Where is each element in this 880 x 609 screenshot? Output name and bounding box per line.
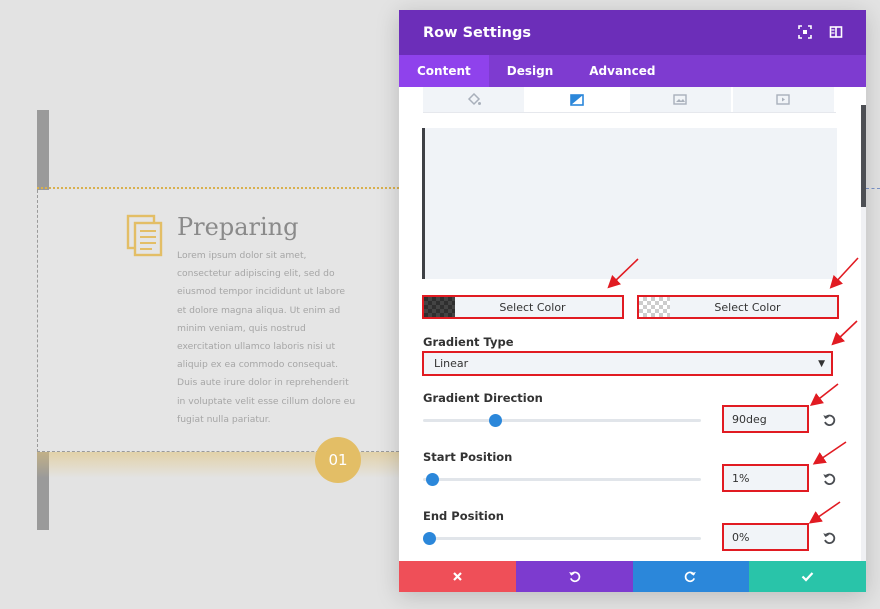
- arrow-direction: [809, 383, 839, 406]
- arrow-end-position: [808, 501, 841, 524]
- arrow-start-color: [607, 258, 639, 289]
- arrow-end-color: [829, 257, 859, 289]
- arrow-group: [607, 257, 859, 524]
- arrow-start-position: [812, 441, 847, 465]
- annotation-arrows: [607, 257, 859, 524]
- arrow-gradient-type: [831, 320, 858, 346]
